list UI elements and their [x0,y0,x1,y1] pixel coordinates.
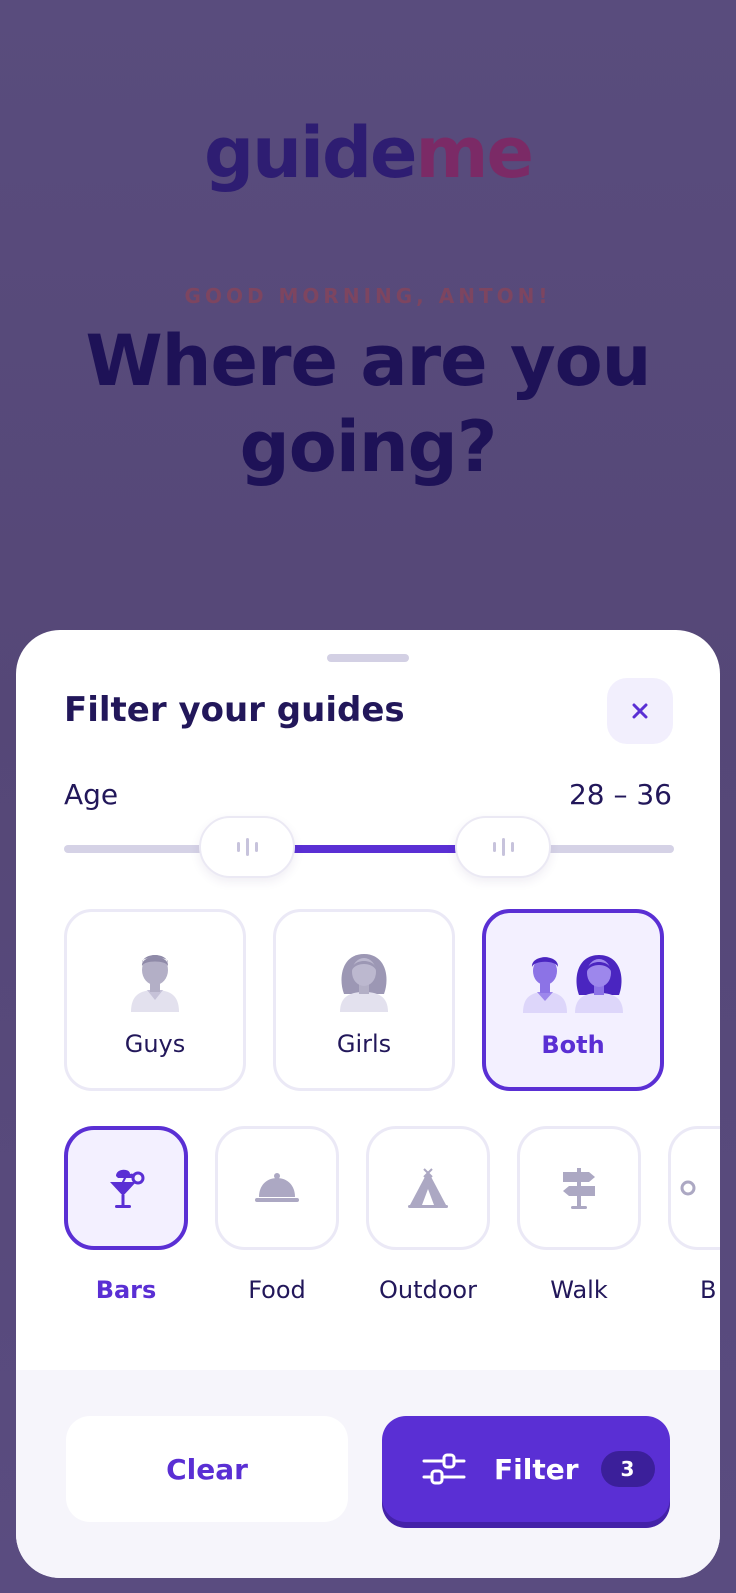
category-partial[interactable]: B [668,1126,720,1304]
filter-button-label: Filter [494,1452,579,1486]
sheet-title: Filter your guides [64,690,405,730]
clear-button[interactable]: Clear [66,1416,348,1522]
filter-bottom-sheet: Filter your guides Age 28 – 36 Guys Girl… [16,630,720,1578]
couple-icon [523,955,623,1013]
tent-icon [408,1168,448,1208]
signpost-icon [563,1168,595,1209]
slider-handle-min[interactable] [199,816,295,878]
sheet-footer: Clear Filter 3 [16,1370,720,1578]
category-label: Walk [550,1276,608,1304]
category-list[interactable]: Bars Food Outdoor Walk B [64,1126,720,1326]
category-label: Food [248,1276,306,1304]
gender-option-label: Guys [124,1030,186,1058]
category-label: Bars [95,1276,157,1304]
gender-option-label: Girls [336,1030,392,1058]
category-label: B [700,1276,717,1304]
gender-option-guys[interactable]: Guys [64,909,246,1091]
close-button[interactable] [607,678,673,744]
sheet-grabber[interactable] [327,654,409,662]
logo-text-guide: guide [204,112,418,194]
cloche-icon [255,1173,299,1202]
age-label: Age [64,778,119,811]
age-range-slider[interactable] [64,816,674,882]
headline: Where are you going? [85,320,651,488]
category-food[interactable]: Food [215,1126,339,1304]
category-bars[interactable]: Bars [64,1126,188,1304]
woman-icon [340,954,388,1012]
close-icon [632,703,648,719]
category-walk[interactable]: Walk [517,1126,641,1304]
slider-handle-max[interactable] [455,816,552,878]
category-label: Outdoor [379,1276,477,1304]
age-range-value: 28 – 36 [568,778,672,811]
filter-count-badge: 3 [600,1451,655,1487]
man-icon [131,955,179,1012]
greeting-text: GOOD MORNING, ANTON! [184,284,552,308]
filter-button[interactable]: Filter 3 [382,1416,670,1522]
cocktail-icon [110,1169,145,1208]
gender-option-label: Both [541,1031,605,1059]
sliders-icon [422,1453,466,1485]
more-icon [680,1180,696,1196]
app-logo: guideme [0,118,736,188]
gender-option-both[interactable]: Both [482,909,664,1091]
category-outdoor[interactable]: Outdoor [366,1126,490,1304]
gender-option-girls[interactable]: Girls [273,909,455,1091]
logo-text-me: me [415,112,534,194]
